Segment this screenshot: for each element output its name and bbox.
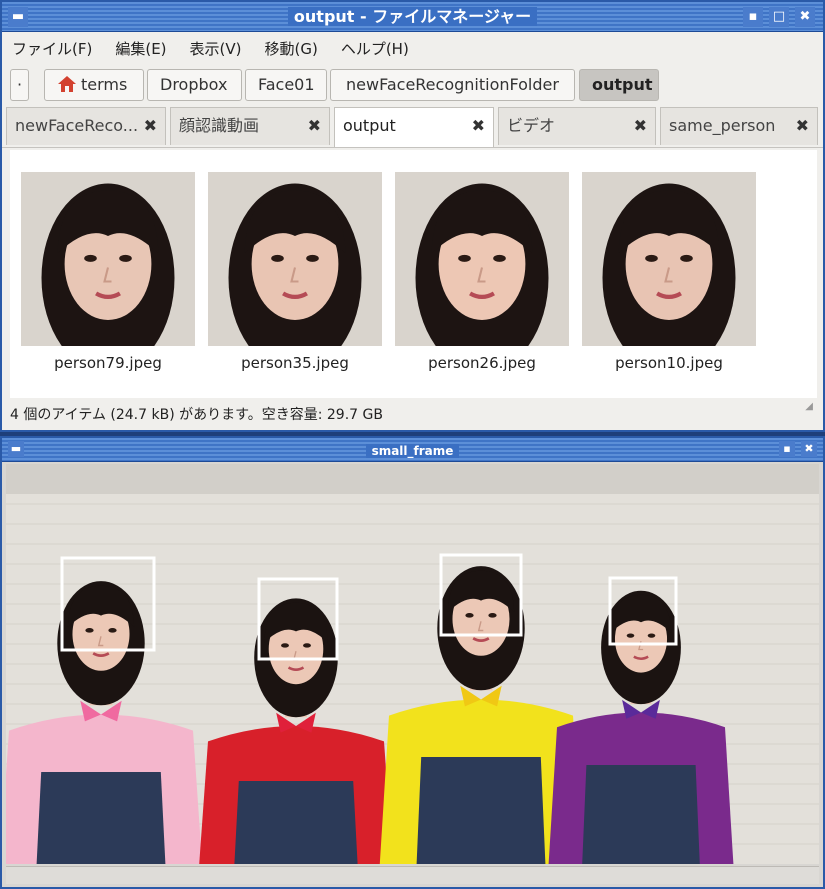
video-frame-image	[6, 464, 819, 864]
file-name[interactable]: person10.jpeg	[582, 354, 756, 372]
breadcrumb-face01[interactable]: Face01	[245, 69, 327, 101]
close-icon[interactable]: ✖	[801, 441, 817, 457]
status-text: 4 個のアイテム (24.7 kB) があります。空き容量: 29.7 GB	[10, 407, 383, 423]
person-overalls	[416, 757, 546, 864]
tab-bar: newFaceReco... ✖ 顔認識動画 ✖ output ✖ ビデオ ✖ same…	[2, 106, 823, 148]
person-overalls	[582, 765, 700, 864]
tab-face-recognition-video[interactable]: 顔認識動画 ✖	[170, 107, 330, 145]
file-thumbnail[interactable]	[208, 172, 382, 346]
file-name[interactable]: person35.jpeg	[208, 354, 382, 372]
maximize-icon[interactable]: □	[769, 7, 789, 27]
resize-grip-icon[interactable]: ◢	[805, 392, 813, 422]
close-icon[interactable]: ✖	[795, 7, 815, 27]
small-frame-titlebar[interactable]: ▬ small_frame ▪ ✖	[2, 438, 823, 462]
window-title: output - ファイルマネージャー	[287, 7, 538, 26]
breadcrumb-output[interactable]: output	[579, 69, 659, 101]
face-thumbnail-image	[395, 172, 569, 346]
file-manager-window: ▬ output - ファイルマネージャー ▪ □ ✖ ファイル(F) 編集(E…	[0, 0, 825, 432]
status-bar: 4 個のアイテム (24.7 kB) があります。空き容量: 29.7 GB ◢	[2, 400, 823, 430]
file-manager-titlebar[interactable]: ▬ output - ファイルマネージャー ▪ □ ✖	[2, 2, 823, 32]
menu-view[interactable]: 表示(V)	[190, 38, 242, 59]
breadcrumb-newfacerecognitionfolder[interactable]: newFaceRecognitionFolder	[330, 69, 575, 101]
tab-video[interactable]: ビデオ ✖	[498, 107, 656, 145]
file-thumbnail[interactable]	[582, 172, 756, 346]
file-thumbnail[interactable]	[395, 172, 569, 346]
face-thumbnail-image	[208, 172, 382, 346]
tab-newfacereco[interactable]: newFaceReco... ✖	[6, 107, 166, 145]
breadcrumb-root[interactable]: ·	[10, 69, 30, 101]
person-overalls	[36, 772, 166, 864]
frame-top-band	[6, 464, 819, 494]
face-thumbnail-image	[582, 172, 756, 346]
tab-close-icon[interactable]: ✖	[796, 108, 809, 144]
minimize-icon[interactable]: ▪	[779, 441, 795, 457]
menu-go[interactable]: 移動(G)	[265, 38, 318, 59]
file-thumbnail[interactable]	[21, 172, 195, 346]
file-name[interactable]: person79.jpeg	[21, 354, 195, 372]
menu-edit[interactable]: 編集(E)	[115, 38, 166, 59]
window-title: small_frame	[365, 444, 460, 458]
tab-close-icon[interactable]: ✖	[144, 108, 157, 144]
tab-same-person[interactable]: same_person ✖	[660, 107, 818, 145]
face-thumbnail-image	[21, 172, 195, 346]
file-name[interactable]: person26.jpeg	[395, 354, 569, 372]
menu-bar: ファイル(F) 編集(E) 表示(V) 移動(G) ヘルプ(H)	[2, 32, 823, 64]
breadcrumb: · terms Dropbox Face01 newFaceRecognitio…	[2, 64, 823, 106]
small-frame-window: ▬ small_frame ▪ ✖	[0, 436, 825, 889]
breadcrumb-terms[interactable]: terms	[44, 69, 144, 101]
file-view[interactable]: person79.jpeg person35.jpeg person26.jpe…	[10, 150, 817, 398]
tab-close-icon[interactable]: ✖	[308, 108, 321, 144]
home-icon	[57, 73, 77, 103]
tab-close-icon[interactable]: ✖	[472, 108, 485, 144]
minimize-icon[interactable]: ▪	[743, 7, 763, 27]
tab-output[interactable]: output ✖	[334, 107, 494, 147]
menu-file[interactable]: ファイル(F)	[12, 38, 92, 59]
person-overalls	[234, 781, 358, 864]
breadcrumb-dropbox[interactable]: Dropbox	[147, 69, 242, 101]
tab-close-icon[interactable]: ✖	[634, 108, 647, 144]
menu-help[interactable]: ヘルプ(H)	[341, 38, 409, 59]
video-frame	[6, 464, 819, 864]
small-frame-status	[6, 866, 819, 884]
